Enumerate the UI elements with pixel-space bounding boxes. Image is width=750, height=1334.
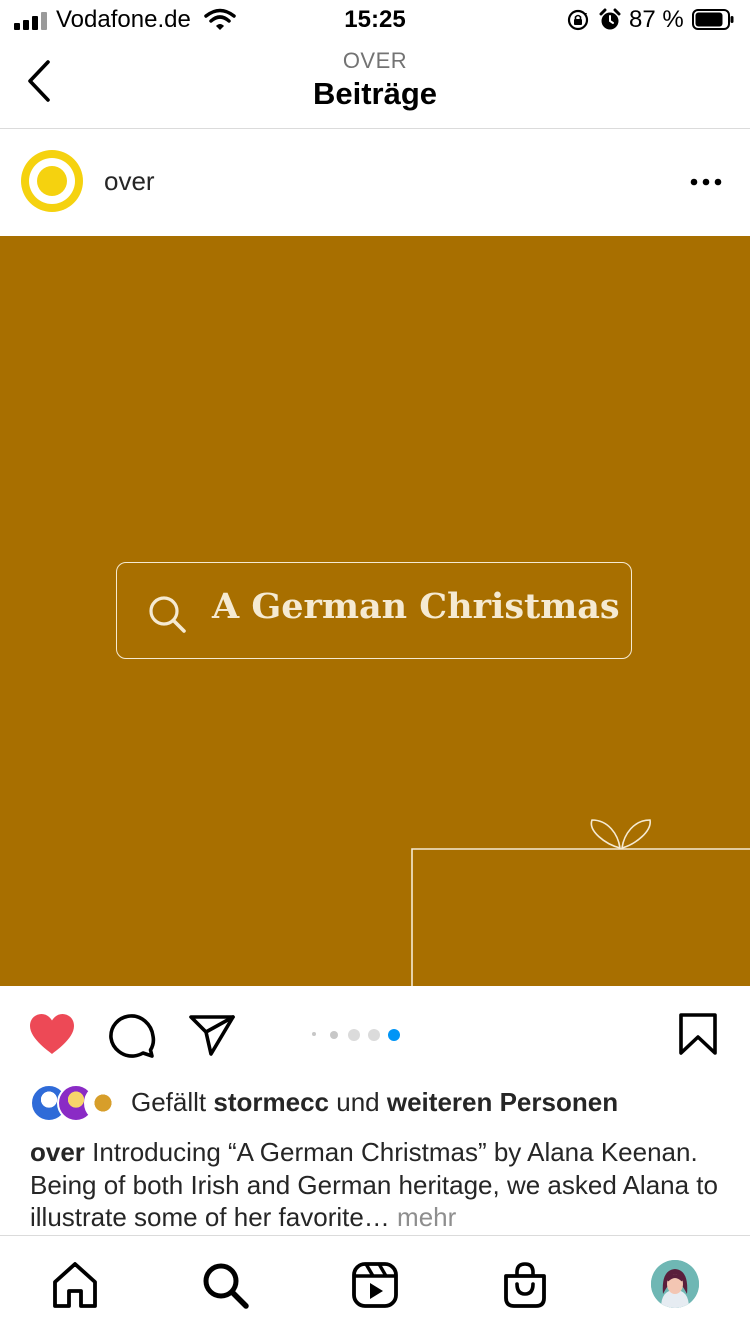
battery-icon (692, 9, 734, 30)
home-icon (53, 1262, 97, 1308)
gift-box-illustration (411, 819, 750, 986)
header-divider (0, 128, 750, 129)
battery-percentage: 87 % (629, 6, 684, 33)
alarm-icon (599, 8, 621, 30)
caption-text: Introducing “A German Christmas” by Alan… (30, 1137, 718, 1232)
image-search-icon (149, 596, 186, 633)
more-options-button[interactable] (686, 168, 726, 196)
post-caption: over Introducing “A German Christmas” by… (30, 1136, 720, 1234)
tab-search[interactable] (200, 1260, 250, 1310)
status-bar: Vodafone.de 15:25 87 % (0, 0, 750, 40)
profile-avatar (651, 1260, 699, 1308)
carousel-dot (330, 1031, 338, 1039)
share-button[interactable] (188, 1012, 236, 1056)
ellipsis-icon (690, 178, 722, 186)
tab-home[interactable] (50, 1260, 100, 1310)
paper-plane-icon (189, 1015, 235, 1056)
bookmark-icon (679, 1013, 717, 1055)
carousel-dot-active (388, 1029, 400, 1041)
tab-bar-divider (0, 1235, 750, 1236)
like-button[interactable] (28, 1012, 76, 1056)
reels-icon (352, 1262, 398, 1308)
likes-prefix: Gefällt (131, 1087, 207, 1117)
image-headline: A German Christmas (212, 586, 620, 627)
shop-icon (504, 1262, 546, 1308)
save-button[interactable] (678, 1012, 718, 1056)
caption-username[interactable]: over (30, 1137, 85, 1167)
likes-conjunction: und (336, 1087, 380, 1117)
tab-profile[interactable] (651, 1260, 699, 1308)
tab-shop[interactable] (500, 1260, 550, 1310)
search-icon (203, 1263, 249, 1309)
header-subtitle: OVER (342, 48, 408, 73)
carousel-dot (348, 1029, 360, 1041)
tab-reels[interactable] (350, 1260, 400, 1310)
carousel-dot (312, 1032, 316, 1036)
comment-button[interactable] (108, 1012, 156, 1058)
caption-more-link[interactable]: mehr (397, 1202, 456, 1232)
liked-by-others[interactable]: weiteren Personen (387, 1087, 618, 1117)
post-author-username[interactable]: over (104, 166, 155, 197)
carousel-dot (368, 1029, 380, 1041)
liked-by-avatars[interactable] (30, 1084, 122, 1122)
heart-icon (30, 1014, 74, 1054)
comment-icon (109, 1014, 156, 1058)
liker-avatar (84, 1084, 122, 1122)
post-image[interactable]: A German Christmas (0, 236, 750, 986)
rotation-lock-icon (567, 9, 589, 31)
page-title: Beiträge (312, 76, 438, 111)
carousel-indicator (310, 1027, 410, 1041)
liked-by-username[interactable]: stormecc (213, 1087, 329, 1117)
likes-summary[interactable]: Gefällt stormecc und weiteren Personen (131, 1087, 618, 1118)
post-author-avatar[interactable] (21, 150, 83, 212)
